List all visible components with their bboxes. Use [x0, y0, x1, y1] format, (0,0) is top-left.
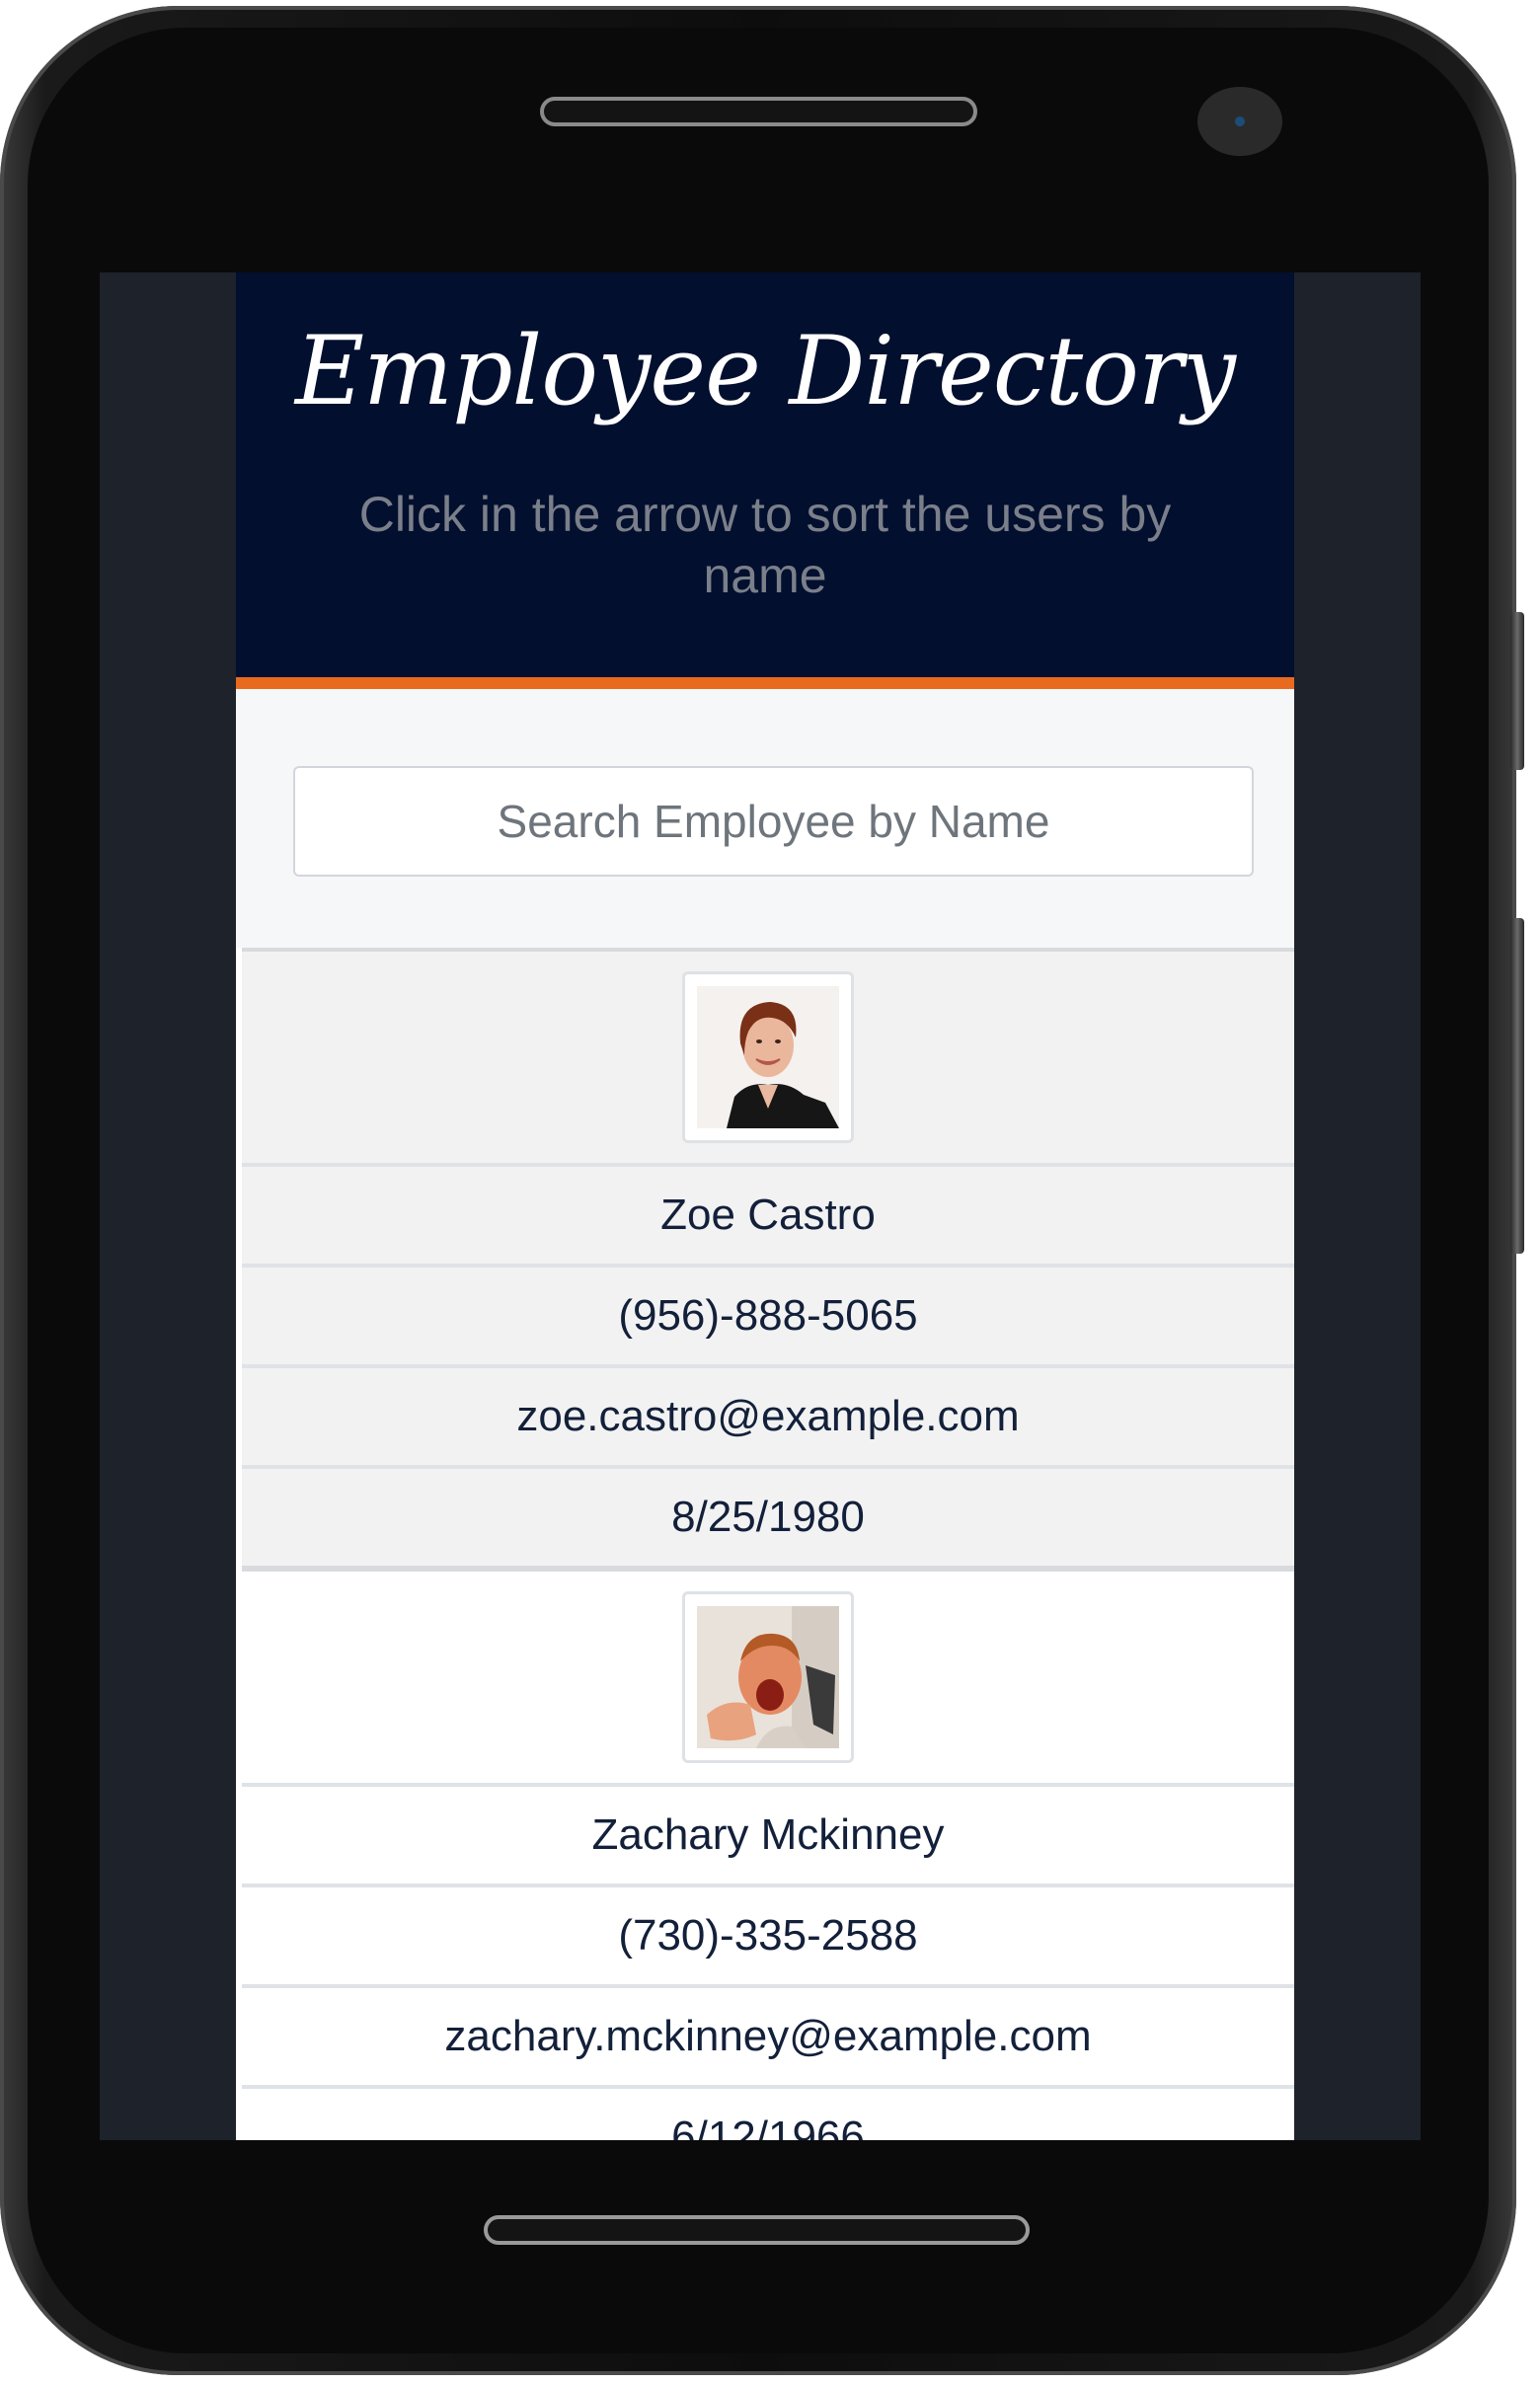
page-title: Employee Directory: [294, 316, 1236, 426]
app-header: Employee Directory Click in the arrow to…: [236, 272, 1294, 677]
employee-email: zoe.castro@example.com: [242, 1364, 1294, 1465]
page-subtitle: Click in the arrow to sort the users by …: [358, 487, 1172, 603]
employee-phone: (956)-888-5065: [242, 1264, 1294, 1364]
table-row: Zachary Mckinney (730)-335-2588 zachary.…: [242, 1566, 1294, 2140]
employee-photo: [682, 971, 854, 1143]
employee-table: Zoe Castro (956)-888-5065 zoe.castro@exa…: [242, 948, 1294, 2140]
employee-phone: (730)-335-2588: [242, 1884, 1294, 1984]
header-accent-bar: [236, 677, 1294, 689]
search-section: [236, 689, 1294, 948]
employee-directory-app: Employee Directory Click in the arrow to…: [236, 272, 1294, 2140]
employee-photo: [682, 1591, 854, 1763]
front-camera: [1197, 87, 1282, 156]
speaker-grille: [540, 97, 977, 126]
table-row: Zoe Castro (956)-888-5065 zoe.castro@exa…: [242, 948, 1294, 1566]
employee-dob: 6/12/1966: [242, 2085, 1294, 2140]
volume-button: [1510, 612, 1524, 770]
search-input[interactable]: [293, 766, 1254, 877]
home-bar[interactable]: [484, 2215, 1030, 2245]
employee-name: Zoe Castro: [242, 1163, 1294, 1264]
power-button: [1510, 918, 1524, 1254]
employee-email: zachary.mckinney@example.com: [242, 1984, 1294, 2085]
phone-screen: Employee Directory Click in the arrow to…: [100, 272, 1421, 2140]
employee-name: Zachary Mckinney: [242, 1783, 1294, 1884]
man-portrait-photo-icon: [697, 1606, 839, 1748]
photo-cell: [242, 952, 1294, 1163]
woman-portrait-photo-icon: [697, 986, 839, 1128]
photo-cell: [242, 1572, 1294, 1783]
employee-dob: 8/25/1980: [242, 1465, 1294, 1566]
